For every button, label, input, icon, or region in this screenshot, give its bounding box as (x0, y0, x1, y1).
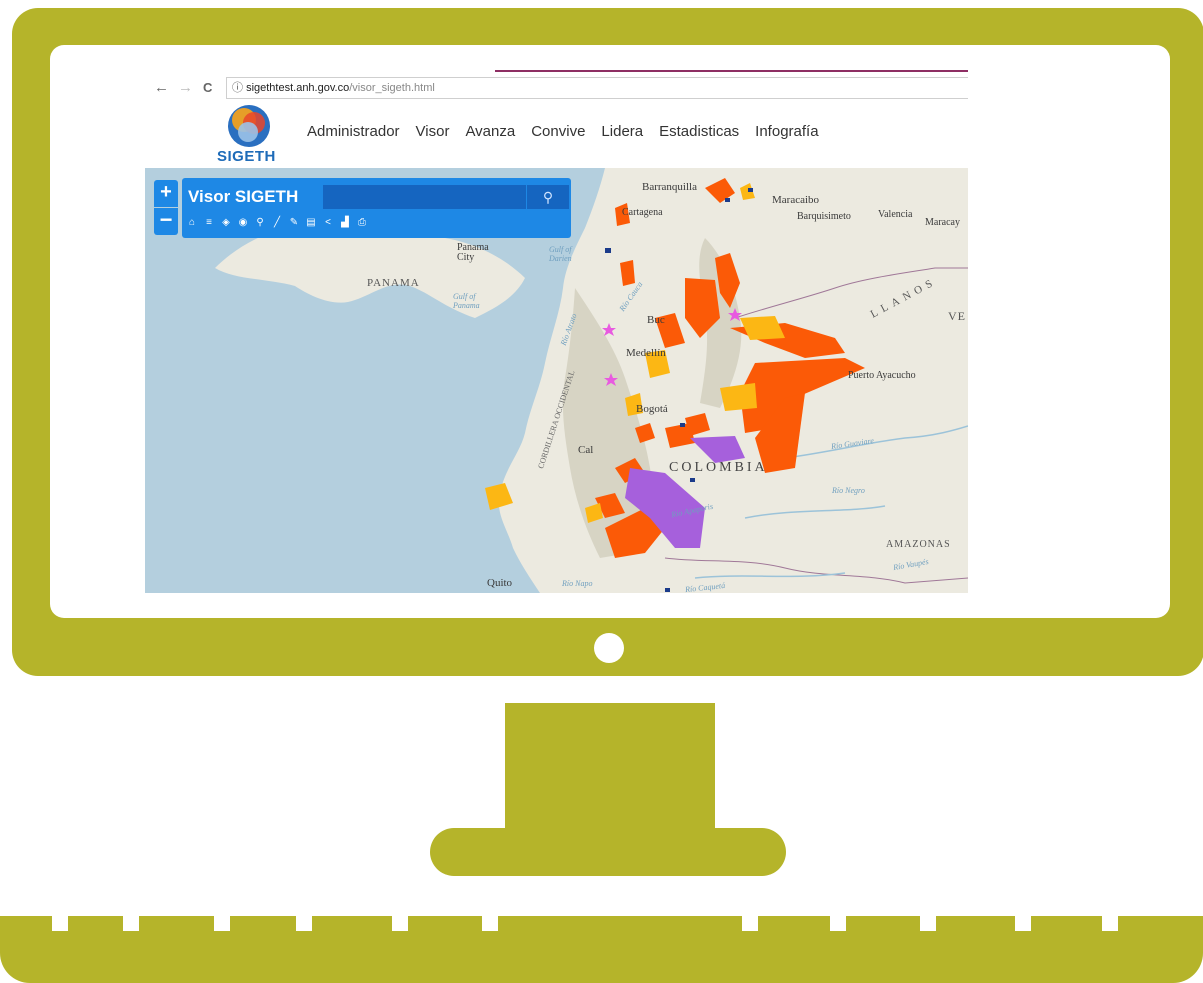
list-icon[interactable]: ≡ (203, 216, 215, 230)
map-label-bogota: Bogotá (636, 403, 668, 415)
tab-accent-line (495, 70, 968, 72)
nav-visor[interactable]: Visor (416, 123, 450, 140)
map-label-venezuela: VE (948, 309, 966, 323)
map-label-panama-city: Panama City (457, 242, 489, 263)
map-label-quito: Quito (487, 577, 513, 589)
viewer-title: Visor SIGETH (188, 187, 299, 206)
map-label-puerto-ayacucho: Puerto Ayacucho (848, 370, 916, 381)
map-label-gulf-panama: Gulf of Panama (453, 292, 480, 310)
map-label-cali: Cal (578, 444, 594, 456)
sigeth-logo-icon[interactable] (227, 104, 271, 148)
point-marker (665, 588, 670, 592)
bookmark-icon[interactable]: ▟ (339, 216, 351, 230)
site-info-icon[interactable]: ⓘ (232, 82, 243, 94)
zoom-out-button[interactable]: − (154, 208, 178, 235)
map-label-gulf-darien: Gulf of Darien (549, 245, 572, 263)
map-label-rio-negro: Río Negro (832, 486, 865, 495)
browser-toolbar: ← → C ⓘ sigethtest.anh.gov.co/visor_sige… (145, 74, 968, 103)
address-bar[interactable]: ⓘ sigethtest.anh.gov.co/visor_sigeth.htm… (226, 77, 968, 99)
draw-icon[interactable]: ╱ (271, 216, 283, 230)
browser-window: ← → C ⓘ sigethtest.anh.gov.co/visor_sige… (145, 70, 968, 593)
site-header: SIGETH Administrador Visor Avanza Conviv… (145, 102, 968, 168)
main-nav: Administrador Visor Avanza Convive Lider… (307, 123, 819, 140)
point-marker (748, 188, 753, 192)
map-label-colombia: COLOMBIA (669, 460, 768, 475)
home-icon[interactable]: ⌂ (186, 216, 198, 230)
comment-icon[interactable]: ▤ (305, 216, 317, 230)
keyboard-bar (0, 916, 1203, 983)
map-label-panama: PANAMA (367, 277, 420, 289)
viewer-panel: Visor SIGETH ⚲ ⌂ ≡ ◈ ◉ ⚲ ╱ ✎ ▤ < ▟ ⎙ (182, 178, 571, 238)
edit-icon[interactable]: ✎ (288, 216, 300, 230)
url-path: /visor_sigeth.html (349, 82, 435, 94)
back-arrow-icon[interactable]: ← (154, 79, 169, 96)
point-marker (725, 198, 730, 202)
viewer-search-input[interactable] (323, 185, 538, 209)
map-label-rio-napo: Río Napo (562, 579, 593, 588)
basemap-icon[interactable]: ◉ (237, 216, 249, 230)
map-label-cartagena: Cartagena (622, 207, 663, 218)
search-icon[interactable]: ⚲ (526, 185, 569, 209)
point-marker (680, 423, 685, 427)
point-marker (690, 478, 695, 482)
map-label-valencia: Valencia (878, 209, 913, 220)
logo-text[interactable]: SIGETH (217, 148, 276, 165)
map-label-amazonas: AMAZONAS (886, 539, 951, 550)
map-label-medellin: Medellín (626, 347, 666, 359)
print-icon[interactable]: ⎙ (356, 216, 368, 230)
power-button (594, 633, 624, 663)
forward-arrow-icon[interactable]: → (178, 79, 193, 96)
map-label-barquisimeto: Barquisimeto (797, 211, 851, 222)
nav-administrador[interactable]: Administrador (307, 123, 400, 140)
monitor-stand-base (430, 828, 786, 876)
layers-icon[interactable]: ◈ (220, 216, 232, 230)
map-label-maracaibo: Maracaibo (772, 194, 820, 206)
monitor-stand-neck (505, 703, 715, 831)
map-label-bucaramanga: Buc (647, 314, 665, 326)
viewer-toolbar: ⌂ ≡ ◈ ◉ ⚲ ╱ ✎ ▤ < ▟ ⎙ (186, 216, 368, 230)
nav-avanza[interactable]: Avanza (465, 123, 515, 140)
reload-icon[interactable]: C (203, 80, 212, 95)
map-label-maracay: Maracay (925, 217, 960, 228)
nav-estadisticas[interactable]: Estadisticas (659, 123, 739, 140)
nav-convive[interactable]: Convive (531, 123, 585, 140)
map-label-barranquilla: Barranquilla (642, 181, 697, 193)
nav-lidera[interactable]: Lidera (601, 123, 643, 140)
nav-infografia[interactable]: Infografía (755, 123, 818, 140)
location-icon[interactable]: ⚲ (254, 216, 266, 230)
share-icon[interactable]: < (322, 216, 334, 230)
point-marker (605, 248, 611, 253)
url-host: sigethtest.anh.gov.co (246, 82, 350, 94)
zoom-in-button[interactable]: + (154, 180, 178, 207)
